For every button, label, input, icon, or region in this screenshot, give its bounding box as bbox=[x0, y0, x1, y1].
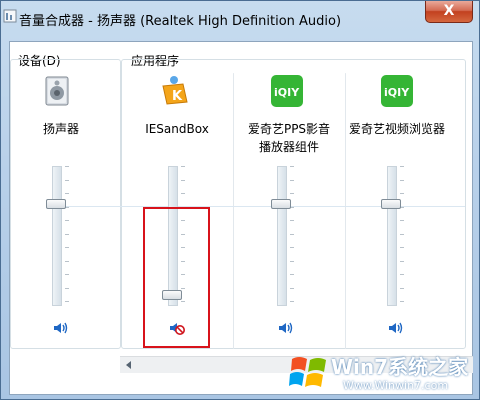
slider-tick bbox=[65, 260, 69, 262]
slider-tick bbox=[400, 193, 404, 194]
mute-toggle-iqiyi-pps[interactable] bbox=[278, 321, 294, 335]
volume-mixer-app-icon bbox=[3, 9, 17, 23]
slider-tick bbox=[400, 247, 404, 248]
slider-tick bbox=[400, 220, 404, 221]
slider-tick bbox=[290, 274, 294, 275]
channel-name-line2: 播放器组件 bbox=[258, 140, 319, 154]
scroll-left-arrow-icon[interactable] bbox=[126, 361, 131, 369]
channel-name-line1: 爱奇艺PPS影音 bbox=[247, 122, 331, 136]
balance-connector-line bbox=[61, 206, 465, 207]
slider-tick bbox=[290, 247, 294, 248]
slider-tick bbox=[65, 233, 69, 235]
iqiyi-icon[interactable]: iQIY bbox=[270, 74, 304, 108]
close-button[interactable]: X bbox=[425, 1, 473, 23]
slider-tick bbox=[65, 301, 69, 302]
slider-ticks bbox=[290, 166, 294, 306]
window-title: 音量合成器 - 扬声器 (Realtek High Definition Aud… bbox=[19, 14, 342, 29]
mute-highlight-box bbox=[143, 207, 210, 348]
slider-tick bbox=[65, 247, 69, 248]
slider-tick bbox=[181, 179, 185, 181]
slider-tick bbox=[290, 287, 294, 289]
slider-tick bbox=[400, 260, 404, 262]
slider-track bbox=[387, 166, 397, 306]
slider-tick bbox=[400, 166, 404, 167]
slider-tick bbox=[65, 166, 69, 167]
slider-tick bbox=[65, 193, 69, 194]
iesandbox-app-icon[interactable]: K bbox=[159, 74, 193, 108]
mute-toggle-iqiyi-browser[interactable] bbox=[388, 321, 404, 335]
volume-slider-speaker[interactable] bbox=[52, 166, 62, 306]
volume-mixer-window: 音量合成器 - 扬声器 (Realtek High Definition Aud… bbox=[0, 0, 480, 400]
slider-tick bbox=[65, 179, 69, 181]
slider-tick bbox=[290, 233, 294, 235]
titlebar[interactable]: 音量合成器 - 扬声器 (Realtek High Definition Aud… bbox=[1, 1, 480, 33]
column-separator bbox=[345, 73, 346, 349]
windows-logo-icon bbox=[289, 357, 326, 387]
slider-ticks bbox=[65, 166, 69, 306]
svg-text:K: K bbox=[172, 89, 183, 104]
volume-slider-iqiyi-pps[interactable] bbox=[277, 166, 287, 306]
channel-name-iqiyi-pps: 爱奇艺PPS影音 播放器组件 bbox=[237, 120, 341, 156]
slider-tick bbox=[290, 166, 294, 167]
slider-tick bbox=[400, 274, 404, 275]
slider-tick bbox=[290, 260, 294, 262]
volume-slider-thumb[interactable] bbox=[381, 198, 401, 209]
channel-name-iesandbox: IESandBox bbox=[145, 122, 209, 136]
slider-tick bbox=[290, 193, 294, 194]
slider-tick bbox=[181, 193, 185, 194]
slider-tick bbox=[400, 287, 404, 289]
volume-slider-thumb[interactable] bbox=[46, 198, 66, 209]
slider-tick bbox=[290, 179, 294, 181]
slider-tick bbox=[290, 301, 294, 302]
slider-tick bbox=[400, 233, 404, 235]
slider-track bbox=[277, 166, 287, 306]
speaker-device-icon[interactable] bbox=[41, 74, 75, 108]
slider-tick bbox=[65, 274, 69, 275]
volume-slider-iqiyi-browser[interactable] bbox=[387, 166, 397, 306]
channel-name-iqiyi-browser: 爱奇艺视频浏览器 bbox=[348, 122, 445, 136]
mute-toggle-speaker[interactable] bbox=[53, 321, 69, 335]
column-separator bbox=[233, 73, 234, 349]
watermark-brand: Win7系统之家 bbox=[331, 355, 469, 379]
slider-track bbox=[52, 166, 62, 306]
slider-tick bbox=[400, 301, 404, 302]
channel-name-speaker: 扬声器 bbox=[42, 122, 79, 136]
slider-ticks bbox=[400, 166, 404, 306]
slider-tick bbox=[290, 220, 294, 221]
slider-tick bbox=[65, 220, 69, 221]
volume-slider-thumb[interactable] bbox=[271, 198, 291, 209]
iqiyi-icon[interactable]: iQIY bbox=[380, 74, 414, 108]
slider-tick bbox=[181, 166, 185, 167]
slider-tick bbox=[65, 287, 69, 289]
slider-tick bbox=[400, 179, 404, 181]
svg-text:iQIY: iQIY bbox=[274, 86, 300, 99]
svg-text:iQIY: iQIY bbox=[384, 86, 410, 99]
watermark-url: Www.Winwin7.com bbox=[343, 379, 449, 392]
